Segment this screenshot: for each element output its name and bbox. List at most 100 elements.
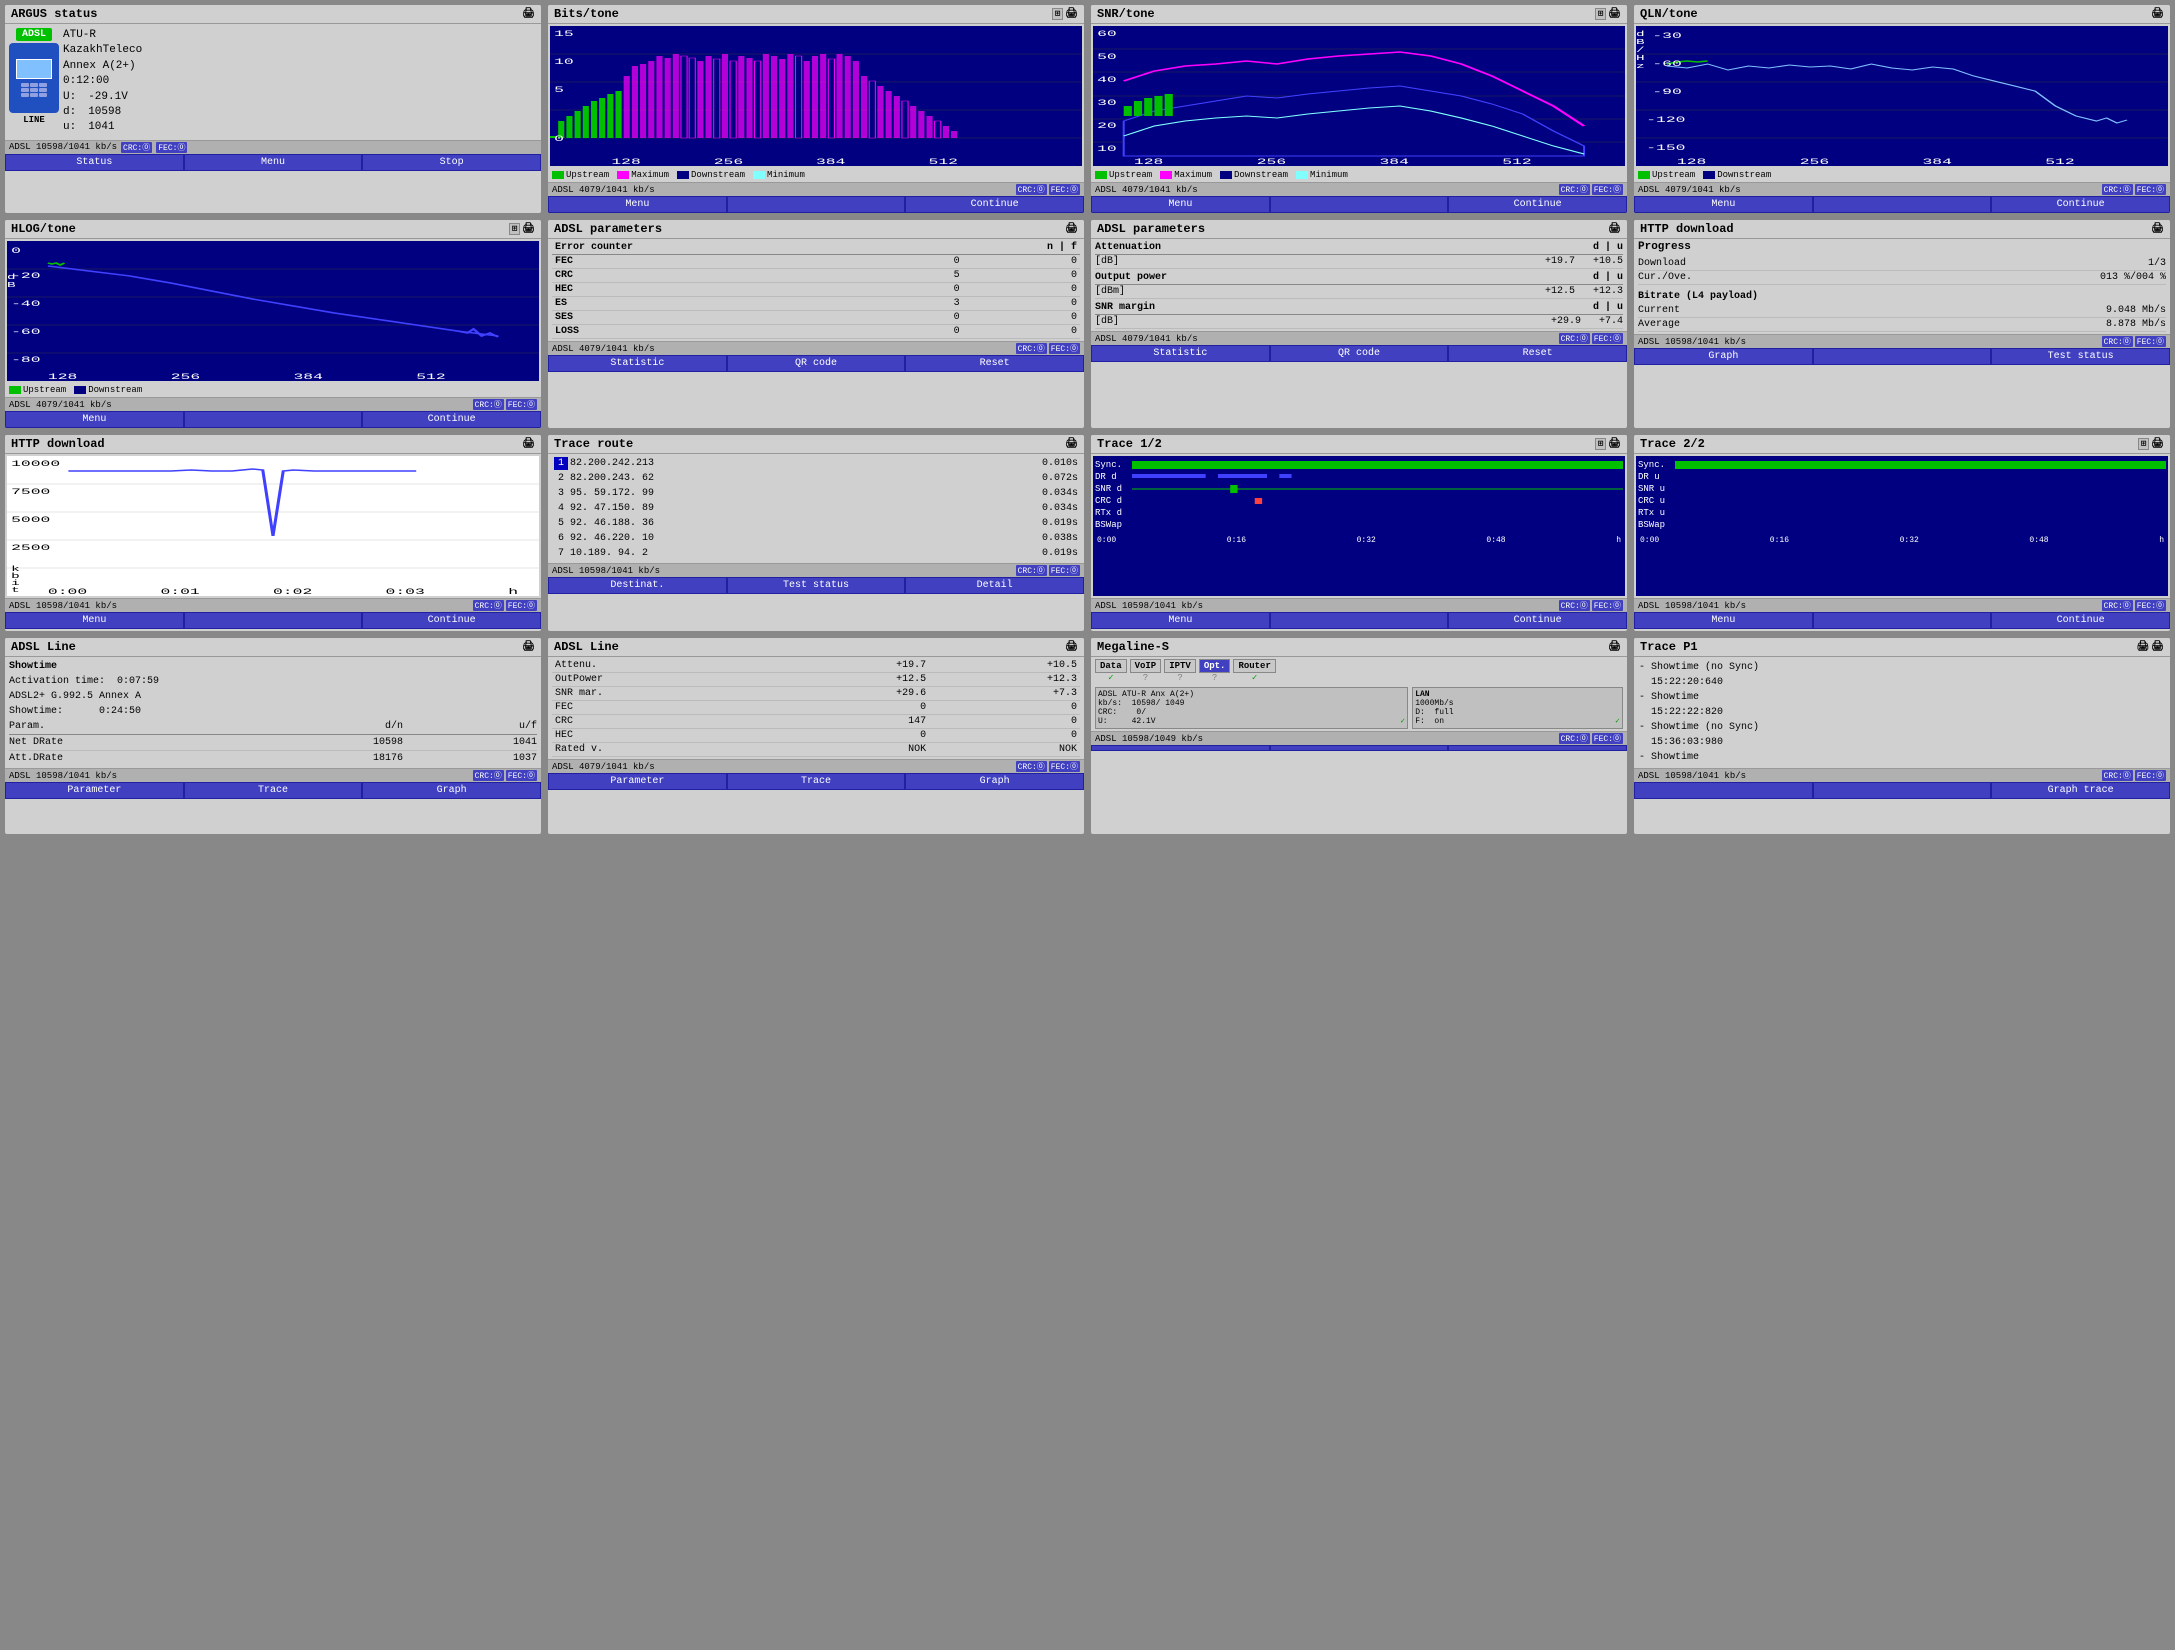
snr-buttons: Menu Continue	[1091, 196, 1627, 213]
adsl-params1-buttons: Statistic QR code Reset	[548, 355, 1084, 372]
maximum-color	[617, 171, 629, 179]
printer-icon: 🖨	[522, 438, 535, 450]
qln-continue-btn[interactable]: Continue	[1991, 196, 2170, 213]
svg-text:10: 10	[1097, 144, 1117, 153]
snr-continue-btn[interactable]: Continue	[1448, 196, 1627, 213]
svg-text:60: 60	[1097, 29, 1117, 38]
trace-1-2-content: Sync. DR d SNR d	[1093, 456, 1625, 596]
graph-btn2[interactable]: Graph	[362, 782, 541, 799]
svg-text:-90: -90	[1652, 87, 1681, 96]
http-chart-empty-btn	[184, 612, 363, 629]
bits-continue-btn[interactable]: Continue	[905, 196, 1084, 213]
bits-tone-title: Bits/tone ⊞ 🖨	[548, 5, 1084, 24]
printer-icon: 🖨	[1065, 438, 1078, 450]
adsl-badge: ADSL	[16, 28, 52, 41]
qln-menu-btn[interactable]: Menu	[1634, 196, 1813, 213]
device-keys	[21, 83, 47, 97]
svg-text:t: t	[11, 587, 20, 594]
trace-1-2-continue-btn[interactable]: Continue	[1448, 612, 1627, 629]
hlog-continue-btn[interactable]: Continue	[362, 411, 541, 428]
megaline-diagram: ADSL ATU-R Anx A(2+) kb/s: 10598/ 1049 C…	[1095, 687, 1623, 729]
adsl-params1-status: ADSL 4079/1041 kb/s CRC:⓪ FEC:⓪	[548, 341, 1084, 355]
printer-icon: 🖨	[1608, 8, 1621, 20]
trace2-btn[interactable]: Trace	[727, 773, 906, 790]
minimum-color	[753, 171, 765, 179]
fec-icon: FEC:⓪	[1049, 565, 1080, 576]
crc-icon: CRC:⓪	[2102, 336, 2133, 347]
svg-text:384: 384	[816, 157, 846, 166]
table-row: HEC 0 0	[552, 729, 1080, 743]
table-row: LOSS 0 0	[552, 325, 1080, 339]
trace-p1-title: Trace P1 🖨 🖨	[1634, 638, 2170, 657]
menu-button[interactable]: Menu	[184, 154, 363, 171]
svg-text:40: 40	[1097, 75, 1117, 84]
statistic-btn[interactable]: Statistic	[548, 355, 727, 372]
detail-btn[interactable]: Detail	[905, 577, 1084, 594]
argus-status-panel: ARGUS status 🖨 ADSL	[3, 3, 543, 215]
svg-text:-80: -80	[11, 355, 40, 364]
trace-1-2-title: Trace 1/2 ⊞ 🖨	[1091, 435, 1627, 454]
error-table: FEC 0 0 CRC 5 0 HEC 0 0 ES 3 0	[552, 255, 1080, 339]
list-item: - Showtime (no Sync)	[1639, 660, 2165, 675]
test-status-btn[interactable]: Test status	[1991, 348, 2170, 365]
reset-btn[interactable]: Reset	[905, 355, 1084, 372]
svg-text:512: 512	[1502, 157, 1531, 166]
hlog-tone-panel: HLOG/tone ⊞ 🖨 0 d B	[3, 218, 543, 430]
expand-icon[interactable]: ⊞	[1595, 438, 1606, 450]
stop-button[interactable]: Stop	[362, 154, 541, 171]
graph3-btn[interactable]: Graph	[905, 773, 1084, 790]
qln-legend: Upstream Downstream	[1634, 168, 2170, 182]
crc-icon: CRC:⓪	[2102, 184, 2133, 195]
printer-icon1: 🖨	[2137, 641, 2150, 653]
fec-icon: FEC:⓪	[1592, 333, 1623, 344]
crc-icon: CRC:⓪	[1559, 733, 1590, 744]
fec-icon: FEC:⓪	[2135, 336, 2166, 347]
qln-empty-btn	[1813, 196, 1992, 213]
http-chart-title: HTTP download 🖨	[5, 435, 541, 454]
expand-icon[interactable]: ⊞	[1052, 8, 1063, 20]
trace-2-2-continue-btn[interactable]: Continue	[1991, 612, 2170, 629]
crc-icon: CRC:⓪	[1016, 761, 1047, 772]
snr-menu-btn[interactable]: Menu	[1091, 196, 1270, 213]
http-chart-menu-btn[interactable]: Menu	[5, 612, 184, 629]
bits-menu-btn[interactable]: Menu	[548, 196, 727, 213]
graph-btn[interactable]: Graph	[1634, 348, 1813, 365]
status-button[interactable]: Status	[5, 154, 184, 171]
expand-icon[interactable]: ⊞	[509, 223, 520, 235]
p1-empty1	[1634, 782, 1813, 799]
trace-btn[interactable]: Trace	[184, 782, 363, 799]
svg-text:5: 5	[554, 85, 564, 94]
argus-info: ATU-R KazakhTeleco Annex A(2+) 0:12:00 U…	[63, 28, 142, 136]
adsl-line2-title: ADSL Line 🖨	[548, 638, 1084, 657]
expand-icon[interactable]: ⊞	[1595, 8, 1606, 20]
hlog-menu-btn[interactable]: Menu	[5, 411, 184, 428]
list-item: - Showtime (no Sync)	[1639, 720, 2165, 735]
qr-code-btn[interactable]: QR code	[727, 355, 906, 372]
destinat-btn[interactable]: Destinat.	[548, 577, 727, 594]
trace-2-2-content: Sync. DR u SNR u CRC u RTx u BSWap	[1636, 456, 2168, 596]
fec-icon: FEC:⓪	[1592, 600, 1623, 611]
trace-1-2-menu-btn[interactable]: Menu	[1091, 612, 1270, 629]
bits-status-bar: ADSL 4079/1041 kb/s CRC:⓪ FEC:⓪	[548, 182, 1084, 196]
argus-status-title: ARGUS status 🖨	[5, 5, 541, 24]
table-row: ES 3 0	[552, 297, 1080, 311]
parameter2-btn[interactable]: Parameter	[548, 773, 727, 790]
http-chart-continue-btn[interactable]: Continue	[362, 612, 541, 629]
test-status2-btn[interactable]: Test status	[727, 577, 906, 594]
argus-status-bar: ADSL 10598/1041 kb/s CRC:⓪ FEC:⓪	[5, 140, 541, 154]
svg-text:30: 30	[1097, 98, 1117, 107]
expand-icon[interactable]: ⊞	[2138, 438, 2149, 450]
parameter-btn[interactable]: Parameter	[5, 782, 184, 799]
svg-text:0:01: 0:01	[160, 587, 200, 596]
list-item: 15:36:03:980	[1639, 735, 2165, 750]
qr-code2-btn[interactable]: QR code	[1270, 345, 1449, 362]
statistic2-btn[interactable]: Statistic	[1091, 345, 1270, 362]
trace-2-2-status: ADSL 10598/1041 kb/s CRC:⓪ FEC:⓪	[1634, 598, 2170, 612]
trace-1-2-status: ADSL 10598/1041 kb/s CRC:⓪ FEC:⓪	[1091, 598, 1627, 612]
svg-text:z: z	[1636, 63, 1645, 70]
list-item: SNR d	[1095, 484, 1623, 494]
crc-icon: CRC:⓪	[1016, 565, 1047, 576]
graph-trace-btn[interactable]: Graph trace	[1991, 782, 2170, 799]
trace-2-2-menu-btn[interactable]: Menu	[1634, 612, 1813, 629]
reset2-btn[interactable]: Reset	[1448, 345, 1627, 362]
